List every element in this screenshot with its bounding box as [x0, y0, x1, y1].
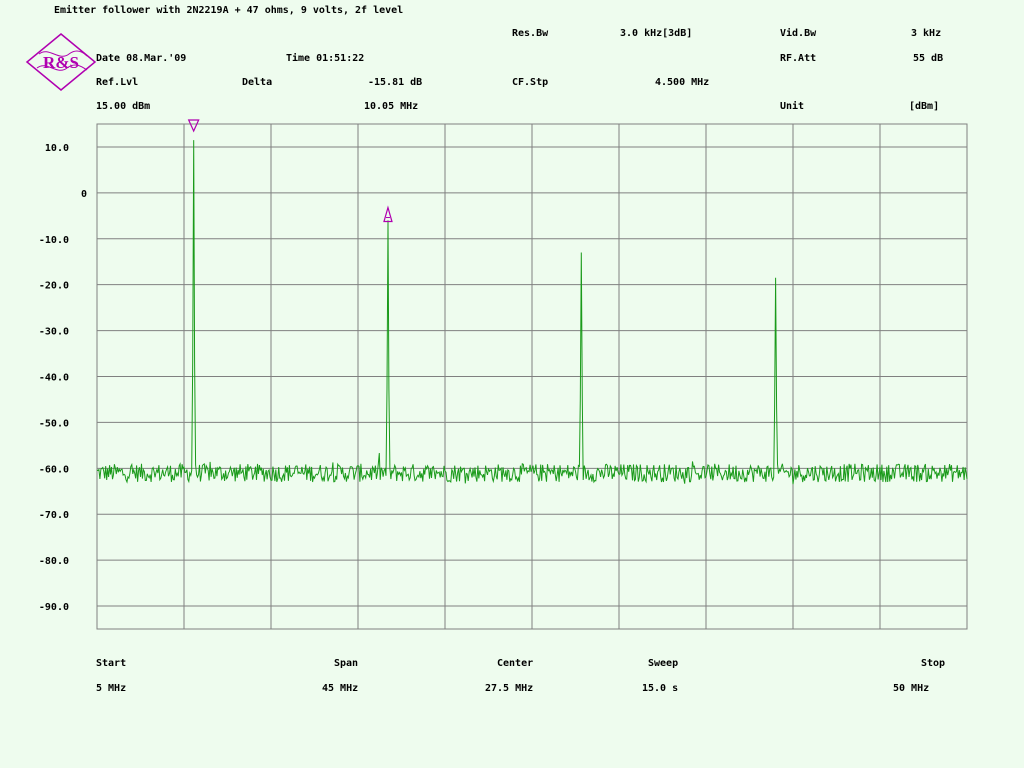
title: Emitter follower with 2N2219A + 47 ohms,…: [54, 5, 404, 16]
span-label: Span: [334, 658, 359, 669]
y-tick-label: -50.0: [39, 418, 69, 429]
stop-label: Stop: [921, 658, 946, 669]
y-tick-label: -90.0: [39, 602, 69, 613]
y-tick-label: -40.0: [39, 373, 69, 384]
plot-grid: [96, 123, 968, 630]
center-label: Center: [497, 658, 534, 669]
y-tick-labels: 10.0 0 -10.0 -20.0 -30.0 -40.0 -50.0 -60.0 -70.0…: [39, 143, 87, 613]
logo-text: R&S: [43, 53, 79, 72]
y-tick-label: -60.0: [39, 464, 69, 475]
res-bw-label: Res.Bw: [512, 28, 549, 39]
res-bw-value: 3.0 kHz[3dB]: [620, 28, 693, 39]
spectrum-plot: 10.0 0 -10.0 -20.0 -30.0 -40.0 -50.0 -60.0 -70.0…: [39, 119, 968, 630]
sweep-label: Sweep: [648, 658, 679, 669]
y-tick-label: -80.0: [39, 556, 69, 567]
y-tick-label: 10.0: [45, 143, 69, 154]
stop-value: 50 MHz: [893, 683, 930, 694]
y-tick-label: -20.0: [39, 281, 69, 292]
center-value: 27.5 MHz: [485, 683, 534, 694]
ref-lvl-value: 15.00 dBm: [96, 101, 151, 112]
delta-db: -15.81 dB: [368, 77, 423, 88]
y-tick-label: -10.0: [39, 235, 69, 246]
y-tick-label: 0: [81, 189, 87, 200]
rs-logo: R&S: [25, 33, 97, 91]
time: Time 01:51:22: [286, 53, 365, 64]
markers: [187, 119, 393, 223]
y-tick-label: -70.0: [39, 510, 69, 521]
ref-lvl-label: Ref.Lvl: [96, 77, 139, 88]
rf-att-label: RF.Att: [780, 53, 817, 64]
start-label: Start: [96, 658, 127, 669]
y-tick-label: -30.0: [39, 327, 69, 338]
delta-freq: 10.05 MHz: [364, 101, 419, 112]
start-value: 5 MHz: [96, 683, 127, 694]
vid-bw-label: Vid.Bw: [780, 28, 817, 39]
vid-bw-value: 3 kHz: [911, 28, 942, 39]
rf-att-value: 55 dB: [913, 53, 944, 64]
marker-triangle: [187, 119, 200, 133]
sweep-value: 15.0 s: [642, 683, 679, 694]
cf-stp-label: CF.Stp: [512, 77, 549, 88]
date: Date 08.Mar.'09: [96, 53, 187, 64]
delta-label: Delta: [242, 77, 273, 88]
cf-stp-value: 4.500 MHz: [655, 77, 710, 88]
delta-marker-triangle: [383, 205, 393, 223]
unit-label: Unit: [780, 101, 805, 112]
unit-value: [dBm]: [909, 101, 940, 112]
span-value: 45 MHz: [322, 683, 359, 694]
